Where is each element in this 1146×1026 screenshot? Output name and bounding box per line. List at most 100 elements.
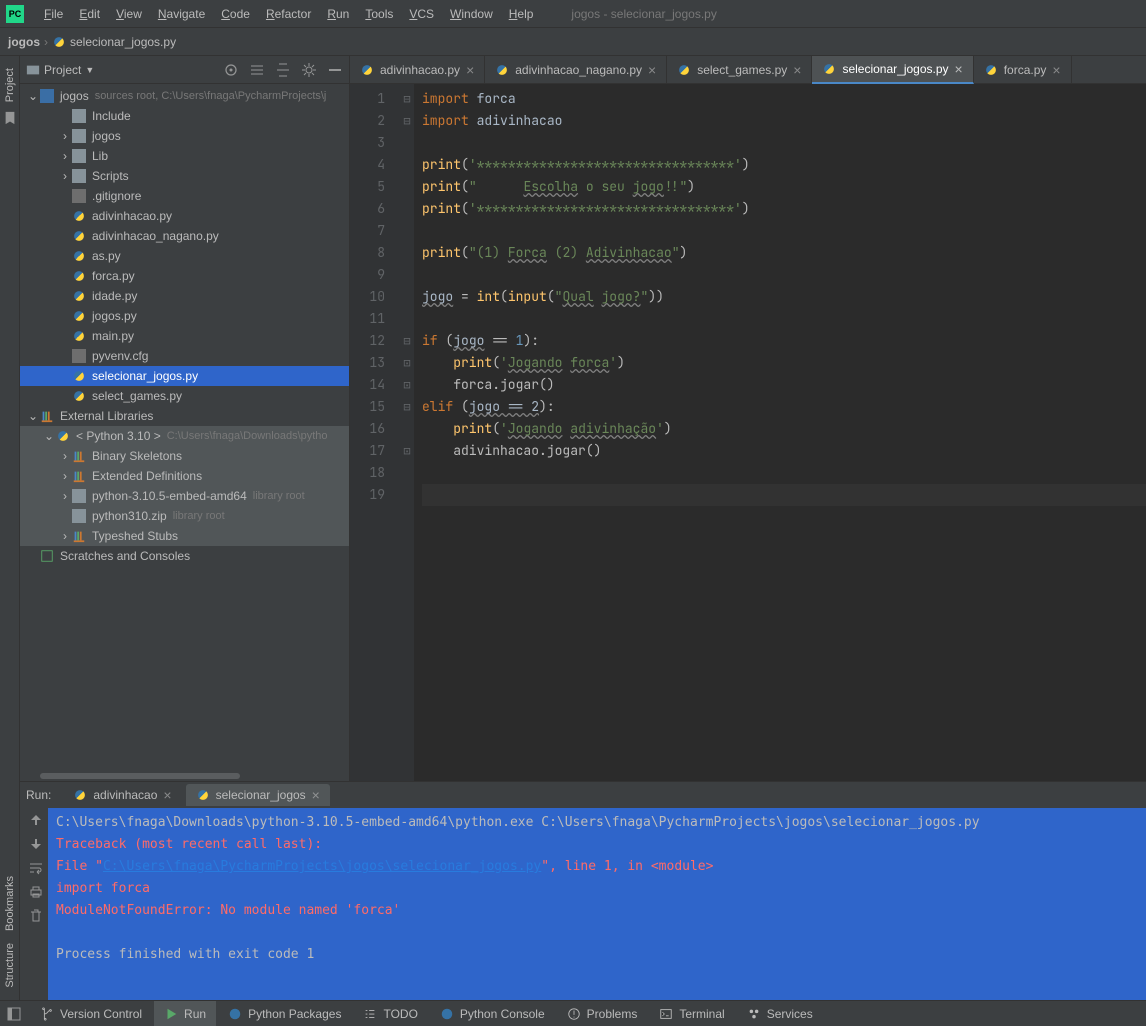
tree-item[interactable]: adivinhacao.py bbox=[20, 206, 349, 226]
tree-item[interactable]: python310.ziplibrary root bbox=[20, 506, 349, 526]
tool-windows-icon[interactable] bbox=[6, 1006, 22, 1022]
tree-item[interactable]: adivinhacao_nagano.py bbox=[20, 226, 349, 246]
run-body: C:\Users\fnaga\Downloads\python-3.10.5-e… bbox=[0, 808, 1146, 1000]
menu-refactor[interactable]: Refactor bbox=[258, 7, 319, 21]
project-icon bbox=[26, 63, 40, 77]
down-icon[interactable] bbox=[28, 836, 44, 852]
tree-item[interactable]: selecionar_jogos.py bbox=[20, 366, 349, 386]
project-panel-title: Project bbox=[44, 63, 81, 77]
tree-item[interactable]: main.py bbox=[20, 326, 349, 346]
project-view-selector[interactable]: Project ▼ bbox=[26, 63, 94, 77]
tree-item[interactable]: ⌄External Libraries bbox=[20, 406, 349, 426]
up-icon[interactable] bbox=[28, 812, 44, 828]
close-icon[interactable]: × bbox=[163, 787, 171, 803]
tree-item[interactable]: ›Typeshed Stubs bbox=[20, 526, 349, 546]
status-python-packages[interactable]: Python Packages bbox=[218, 1001, 351, 1026]
python-file-icon bbox=[984, 63, 998, 77]
run-tab[interactable]: adivinhacao× bbox=[63, 784, 181, 806]
editor-tab[interactable]: adivinhacao.py× bbox=[350, 56, 485, 84]
tree-item[interactable]: ›Scripts bbox=[20, 166, 349, 186]
bookmarks-tool-button[interactable]: Bookmarks bbox=[4, 870, 16, 937]
menu-window[interactable]: Window bbox=[442, 7, 501, 21]
run-panel: Run: adivinhacao×selecionar_jogos× C:\Us… bbox=[0, 781, 1146, 1000]
tree-item[interactable]: ›Extended Definitions bbox=[20, 466, 349, 486]
code-editor[interactable]: 12345678910111213141516171819 ⊟⊟⊟⊡⊡⊟⊡ im… bbox=[350, 84, 1146, 781]
horizontal-scrollbar[interactable] bbox=[20, 771, 349, 781]
tree-item[interactable]: jogos.py bbox=[20, 306, 349, 326]
menu-run[interactable]: Run bbox=[319, 7, 357, 21]
left-tool-rail-bottom: Bookmarks Structure bbox=[0, 781, 20, 1000]
tree-item[interactable]: ⌄jogossources root, C:\Users\fnaga\Pycha… bbox=[20, 86, 349, 106]
close-icon[interactable]: × bbox=[312, 787, 320, 803]
status-terminal[interactable]: Terminal bbox=[649, 1001, 734, 1026]
console-file-link[interactable]: C:\Users\fnaga\PycharmProjects\jogos\sel… bbox=[103, 859, 541, 874]
tree-item[interactable]: as.py bbox=[20, 246, 349, 266]
tree-item[interactable]: select_games.py bbox=[20, 386, 349, 406]
tree-item[interactable]: ›python-3.10.5-embed-amd64library root bbox=[20, 486, 349, 506]
close-icon[interactable]: × bbox=[793, 62, 801, 78]
close-icon[interactable]: × bbox=[648, 62, 656, 78]
left-tool-rail: Project bbox=[0, 56, 20, 781]
menu-help[interactable]: Help bbox=[501, 7, 542, 21]
tree-item[interactable]: Scratches and Consoles bbox=[20, 546, 349, 566]
status-version-control[interactable]: Version Control bbox=[30, 1001, 152, 1026]
status-todo[interactable]: TODO bbox=[353, 1001, 427, 1026]
menu-file[interactable]: File bbox=[36, 7, 71, 21]
close-icon[interactable]: × bbox=[955, 61, 963, 77]
tree-item[interactable]: ›Lib bbox=[20, 146, 349, 166]
close-icon[interactable]: × bbox=[1052, 62, 1060, 78]
editor-tab[interactable]: selecionar_jogos.py× bbox=[812, 56, 973, 84]
chevron-right-icon: › bbox=[44, 35, 48, 49]
run-console[interactable]: C:\Users\fnaga\Downloads\python-3.10.5-e… bbox=[48, 808, 1146, 1000]
menu-navigate[interactable]: Navigate bbox=[150, 7, 213, 21]
wrap-icon[interactable] bbox=[28, 860, 44, 876]
status-services[interactable]: Services bbox=[737, 1001, 823, 1026]
status-python-console[interactable]: Python Console bbox=[430, 1001, 555, 1026]
editor-tab[interactable]: select_games.py× bbox=[667, 56, 812, 84]
menu-code[interactable]: Code bbox=[213, 7, 258, 21]
hide-icon[interactable] bbox=[327, 62, 343, 78]
delete-icon[interactable] bbox=[28, 908, 44, 924]
tree-item[interactable]: ›Binary Skeletons bbox=[20, 446, 349, 466]
menu-edit[interactable]: Edit bbox=[71, 7, 108, 21]
tree-item[interactable]: ⌄< Python 3.10 >C:\Users\fnaga\Downloads… bbox=[20, 426, 349, 446]
close-icon[interactable]: × bbox=[466, 62, 474, 78]
window-title: jogos - selecionar_jogos.py bbox=[571, 7, 716, 21]
menu-tools[interactable]: Tools bbox=[357, 7, 401, 21]
project-tree[interactable]: ⌄jogossources root, C:\Users\fnaga\Pycha… bbox=[20, 84, 349, 771]
tree-item[interactable]: ›jogos bbox=[20, 126, 349, 146]
project-tool-button[interactable]: Project bbox=[4, 62, 16, 108]
tree-item[interactable]: idade.py bbox=[20, 286, 349, 306]
breadcrumb-root[interactable]: jogos bbox=[8, 35, 40, 49]
breadcrumb-file[interactable]: selecionar_jogos.py bbox=[70, 35, 176, 49]
run-panel-header: Run: adivinhacao×selecionar_jogos× bbox=[0, 782, 1146, 808]
gear-icon[interactable] bbox=[301, 62, 317, 78]
tree-item[interactable]: Include bbox=[20, 106, 349, 126]
chevron-down-icon: ▼ bbox=[85, 65, 94, 75]
breadcrumb: jogos › selecionar_jogos.py bbox=[0, 28, 1146, 56]
main-area: Project Project ▼ ⌄jogossources root, C:… bbox=[0, 56, 1146, 781]
tree-item[interactable]: forca.py bbox=[20, 266, 349, 286]
code-content[interactable]: import forcaimport adivinhacao print('**… bbox=[414, 84, 1146, 781]
status-problems[interactable]: Problems bbox=[557, 1001, 648, 1026]
locate-icon[interactable] bbox=[223, 62, 239, 78]
editor-tab[interactable]: forca.py× bbox=[974, 56, 1072, 84]
tree-item[interactable]: .gitignore bbox=[20, 186, 349, 206]
run-tab[interactable]: selecionar_jogos× bbox=[186, 784, 330, 806]
python-file-icon bbox=[360, 63, 374, 77]
print-icon[interactable] bbox=[28, 884, 44, 900]
console-exit: Process finished with exit code 1 bbox=[56, 944, 1138, 966]
project-panel: Project ▼ ⌄jogossources root, C:\Users\f… bbox=[20, 56, 350, 781]
bookmark-icon[interactable] bbox=[3, 111, 17, 125]
python-file-icon bbox=[677, 63, 691, 77]
structure-tool-button[interactable]: Structure bbox=[4, 937, 16, 994]
editor-tab[interactable]: adivinhacao_nagano.py× bbox=[485, 56, 667, 84]
collapse-all-icon[interactable] bbox=[275, 62, 291, 78]
tree-item[interactable]: pyvenv.cfg bbox=[20, 346, 349, 366]
status-run[interactable]: Run bbox=[154, 1001, 216, 1026]
menu-vcs[interactable]: VCS bbox=[401, 7, 442, 21]
menu-view[interactable]: View bbox=[108, 7, 150, 21]
console-error: ModuleNotFoundError: No module named 'fo… bbox=[56, 900, 1138, 922]
expand-all-icon[interactable] bbox=[249, 62, 265, 78]
menubar: PC FileEditViewNavigateCodeRefactorRunTo… bbox=[0, 0, 1146, 28]
